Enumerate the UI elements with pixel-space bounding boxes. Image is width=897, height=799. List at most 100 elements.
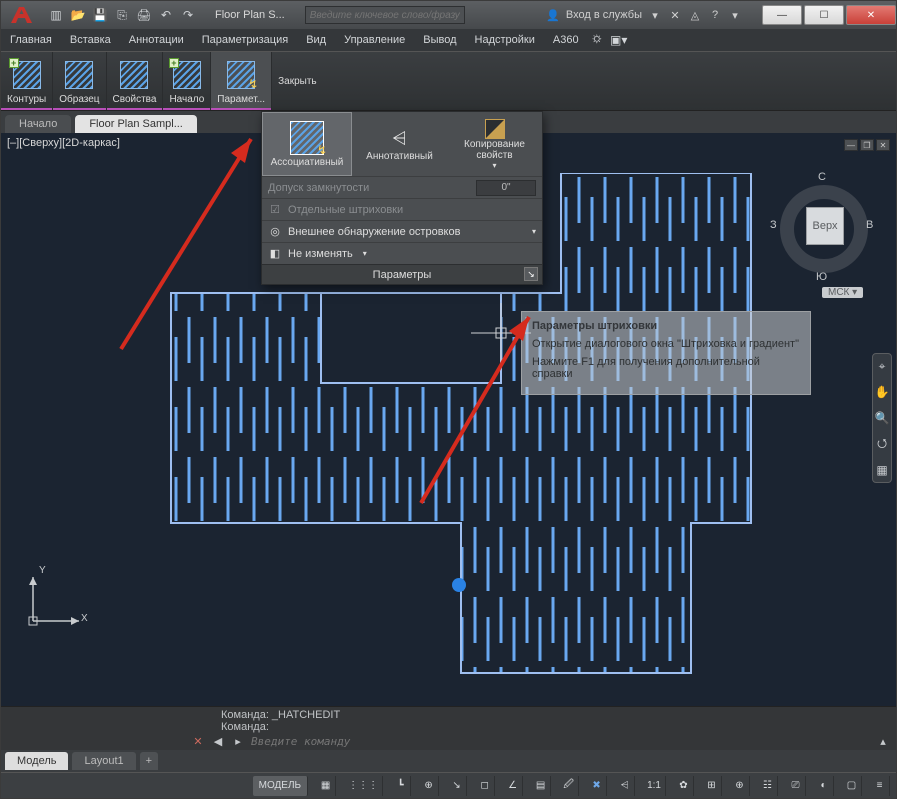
- qat-open-icon[interactable]: 📂: [69, 6, 87, 24]
- checkbox-icon: ☑: [268, 203, 282, 217]
- status-polar-icon[interactable]: ⊕: [419, 776, 439, 796]
- expand-icon[interactable]: ↘: [524, 267, 538, 281]
- viewcube-west-label: З: [770, 219, 777, 231]
- qat-print-icon[interactable]: 🖨: [135, 6, 153, 24]
- qat-undo-icon[interactable]: ↶: [157, 6, 175, 24]
- viewcube-north-label: С: [818, 171, 826, 183]
- status-hardware-icon[interactable]: ⎚: [786, 776, 806, 796]
- option-matchprops-label: Копирование свойств: [451, 139, 538, 161]
- ribbon-label-properties: Свойства: [113, 94, 157, 105]
- status-osnap-icon[interactable]: ◻: [475, 776, 495, 796]
- command-close-icon[interactable]: ✕: [191, 735, 205, 749]
- tab-addins[interactable]: Надстройки: [466, 34, 544, 46]
- document-tab-active[interactable]: Floor Plan Sampl...: [75, 115, 197, 133]
- status-grid-icon[interactable]: ▦: [316, 776, 336, 796]
- viewcube-wcs-menu[interactable]: МСК ▾: [822, 287, 863, 298]
- viewcube[interactable]: Верх С Ю З В МСК ▾: [774, 173, 874, 293]
- status-gear-icon[interactable]: ✿: [674, 776, 694, 796]
- window-minimize-button[interactable]: ―: [762, 5, 802, 25]
- ribbon-group-boundaries[interactable]: + Контуры: [1, 52, 53, 110]
- app-menu-button[interactable]: [1, 1, 43, 29]
- option-footer-label: Параметры: [373, 269, 432, 281]
- ribbon-group-properties[interactable]: Свойства: [107, 52, 164, 110]
- ribbon-group-close[interactable]: Закрыть: [272, 52, 323, 110]
- status-modelspace-toggle[interactable]: МОДЕЛЬ: [253, 776, 308, 796]
- tab-manage[interactable]: Управление: [335, 34, 414, 46]
- tab-a360[interactable]: A360: [544, 34, 588, 46]
- status-snap-icon[interactable]: ⋮⋮⋮: [344, 776, 383, 796]
- status-ortho-icon[interactable]: ┗: [391, 776, 411, 796]
- status-units-icon[interactable]: ☷: [758, 776, 778, 796]
- nav-zoom-icon[interactable]: 🔍: [874, 410, 890, 426]
- status-isolate-icon[interactable]: ◐: [814, 776, 834, 796]
- viewport-close-icon[interactable]: ✕: [876, 139, 890, 151]
- search-input[interactable]: [305, 6, 465, 24]
- signin-icon[interactable]: 👤: [546, 8, 560, 22]
- tooltip-title: Параметры штриховки: [532, 320, 800, 332]
- viewcube-top-face[interactable]: Верх: [806, 207, 844, 245]
- ribbon-minimize-icon[interactable]: ▣▾: [606, 33, 631, 47]
- start-tab[interactable]: Начало: [5, 115, 71, 133]
- qat-new-icon[interactable]: ▥: [47, 6, 65, 24]
- island-detection-icon: ◎: [268, 225, 282, 239]
- status-customize-icon[interactable]: ≡: [870, 776, 890, 796]
- viewport-minimize-icon[interactable]: ―: [844, 139, 858, 151]
- option-island-detection-row[interactable]: ◎ Внешнее обнаружение островков ▾: [262, 220, 542, 242]
- tab-view[interactable]: Вид: [297, 34, 335, 46]
- command-history-line: Команда:: [221, 721, 896, 733]
- status-transparency-icon[interactable]: ▤: [531, 776, 551, 796]
- ribbon-group-origin[interactable]: + Начало: [163, 52, 211, 110]
- status-workspace-icon[interactable]: ⊞: [702, 776, 722, 796]
- status-cleanscreen-icon[interactable]: ▢: [842, 776, 862, 796]
- ribbon-group-pattern[interactable]: Образец: [53, 52, 106, 110]
- status-isodraft-icon[interactable]: ↘: [447, 776, 467, 796]
- qat-redo-icon[interactable]: ↷: [179, 6, 197, 24]
- help-icon[interactable]: ?: [708, 8, 722, 22]
- tooltip: Параметры штриховки Открытие диалогового…: [521, 311, 811, 395]
- window-maximize-button[interactable]: ☐: [804, 5, 844, 25]
- nav-orbit-icon[interactable]: ⭯: [874, 436, 890, 452]
- tab-insert[interactable]: Вставка: [61, 34, 120, 46]
- nav-fullnav-icon[interactable]: ⌖: [874, 358, 890, 374]
- window-close-button[interactable]: ✕: [846, 5, 896, 25]
- hatch-drag-pivot[interactable]: [452, 578, 466, 592]
- option-associative-label: Ассоциативный: [271, 157, 344, 168]
- exchange-icon[interactable]: ✕: [668, 8, 682, 22]
- command-recent-icon[interactable]: ▴: [876, 735, 890, 749]
- option-annotative-button[interactable]: ⩤ Аннотативный: [352, 112, 447, 176]
- option-gap-input: [476, 180, 536, 196]
- option-matchprops-button[interactable]: Копирование свойств ▾: [447, 112, 542, 176]
- nav-pan-icon[interactable]: ✋: [874, 384, 890, 400]
- ucs-y-label: Y: [39, 565, 46, 576]
- viewport-restore-icon[interactable]: ❐: [860, 139, 874, 151]
- qat-saveas-icon[interactable]: ⎘: [113, 6, 131, 24]
- status-annomonitor-icon[interactable]: ⊕: [730, 776, 750, 796]
- option-draworder-row[interactable]: ◧ Не изменять ▾: [262, 242, 542, 264]
- status-scale-label[interactable]: 1:1: [643, 776, 666, 796]
- viewport-controls-label[interactable]: [–][Сверху][2D-каркас]: [7, 137, 120, 149]
- tab-output[interactable]: Вывод: [414, 34, 465, 46]
- tab-annotate[interactable]: Аннотации: [120, 34, 193, 46]
- hatch-options-dialog-launcher[interactable]: Параметры ↘: [262, 264, 542, 284]
- layout1-tab[interactable]: Layout1: [72, 752, 135, 770]
- status-annoscale-icon[interactable]: ⩤: [615, 776, 635, 796]
- tab-home[interactable]: Главная: [1, 34, 61, 46]
- tab-parametric[interactable]: Параметризация: [193, 34, 297, 46]
- status-dynamic-icon[interactable]: ✖: [587, 776, 607, 796]
- option-associative-button[interactable]: ↯ Ассоциативный: [262, 112, 352, 176]
- add-layout-button[interactable]: +: [140, 752, 158, 770]
- ribbon-label-pattern: Образец: [59, 94, 99, 105]
- status-lineweight-icon[interactable]: ∠: [503, 776, 523, 796]
- nav-showmotion-icon[interactable]: ▦: [874, 462, 890, 478]
- tab-featured-apps-icon[interactable]: 🌣: [588, 30, 606, 51]
- signin-label[interactable]: Вход в службы: [566, 9, 642, 21]
- model-tab[interactable]: Модель: [5, 752, 68, 770]
- a360-icon[interactable]: ◬: [688, 8, 702, 22]
- command-customize-icon[interactable]: ◀: [211, 735, 225, 749]
- status-cycling-icon[interactable]: 🖉: [559, 776, 579, 796]
- ribbon-label-boundaries: Контуры: [7, 94, 46, 105]
- ribbon-group-options[interactable]: ↯ Парамет...: [211, 52, 272, 110]
- qat-save-icon[interactable]: 💾: [91, 6, 109, 24]
- document-title: Floor Plan S...: [215, 9, 285, 21]
- command-input[interactable]: [251, 735, 870, 748]
